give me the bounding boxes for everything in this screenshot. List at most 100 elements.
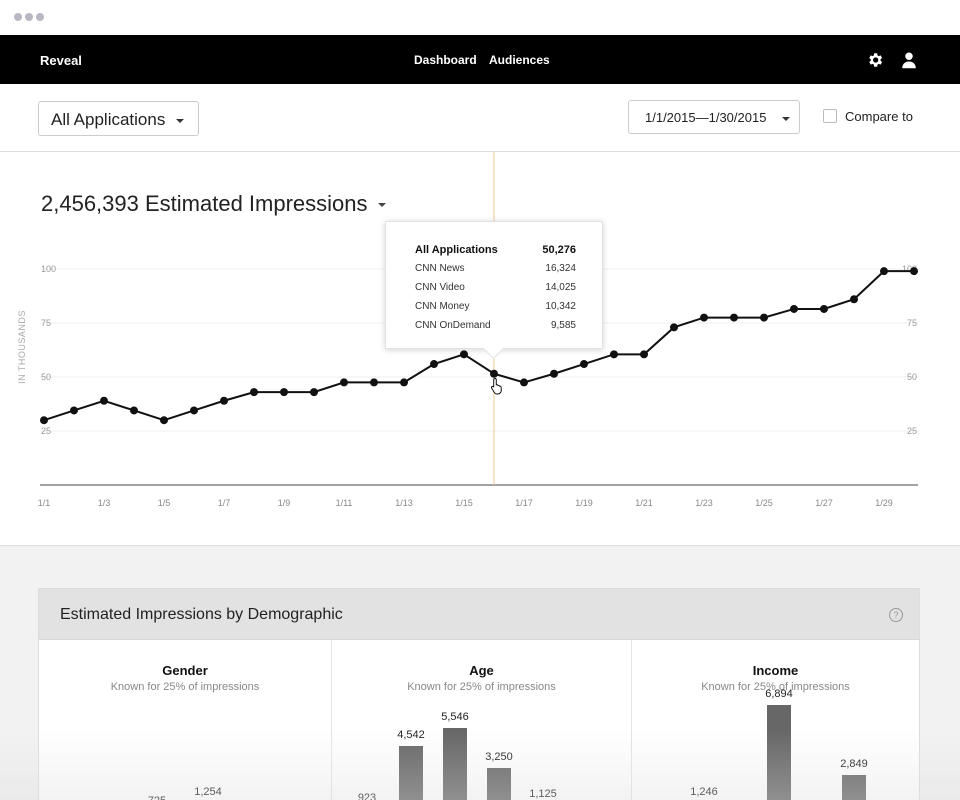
income-column: Income Known for 25% of impressions 1,24… xyxy=(631,640,919,800)
demographic-bar-label: 4,542 xyxy=(397,728,425,741)
tooltip-row: CNN OnDemand 9,585 xyxy=(415,320,576,331)
top-nav: Reveal Dashboard Audiences xyxy=(0,35,960,88)
x-tick-label: 1/19 xyxy=(575,498,593,508)
demographic-bar-label: 5,546 xyxy=(441,711,469,724)
demographic-bar-label: 1,254 xyxy=(194,786,222,799)
column-subtitle: Known for 25% of impressions xyxy=(110,681,260,693)
demographic-bar[interactable] xyxy=(842,775,866,800)
x-tick-label: 1/7 xyxy=(218,498,231,508)
x-tick-label: 1/25 xyxy=(755,498,773,508)
demographics-panel: Estimated Impressions by Demographic ? G… xyxy=(38,588,920,800)
demographic-bar[interactable] xyxy=(399,745,423,800)
x-tick-label: 1/21 xyxy=(635,498,653,508)
date-range-select[interactable]: 1/1/2015—1/30/2015 xyxy=(628,100,800,134)
x-tick-label: 1/1 xyxy=(38,498,51,508)
age-column: Age Known for 25% of impressions 923 4,54… xyxy=(331,640,631,800)
x-tick-label: 1/23 xyxy=(695,498,713,508)
tooltip-row-label: CNN Video xyxy=(415,282,465,293)
x-tick-label: 1/17 xyxy=(515,498,533,508)
data-point xyxy=(220,396,228,405)
demographic-bar-label: 923 xyxy=(357,791,377,800)
x-tick-label: 1/11 xyxy=(336,498,353,508)
application-select[interactable]: All Applications xyxy=(38,101,199,136)
data-point xyxy=(250,388,258,397)
chevron-down-icon xyxy=(176,118,185,123)
tooltip-row-value: 14,025 xyxy=(545,282,576,293)
data-point xyxy=(70,406,78,415)
data-point xyxy=(700,313,708,322)
demographics-section: Estimated Impressions by Demographic ? G… xyxy=(0,545,960,800)
compare-label: Compare to xyxy=(845,109,913,124)
application-select-value: All Applications xyxy=(51,110,166,129)
tooltip-row-value: 9,585 xyxy=(550,320,576,331)
demographic-bar[interactable] xyxy=(443,728,467,800)
tooltip-header: All Applications 50,276 xyxy=(415,244,576,256)
window-chrome xyxy=(0,0,960,35)
window-dot-icon xyxy=(25,13,33,21)
gear-icon[interactable] xyxy=(866,51,884,69)
column-title: Income xyxy=(752,663,799,678)
y-tick-label-right: 75 xyxy=(907,318,917,328)
y-axis-label: IN THOUSANDS xyxy=(17,310,27,384)
y-tick-label-right: 25 xyxy=(907,426,917,436)
y-tick-label-right: 50 xyxy=(907,372,917,382)
data-point xyxy=(580,360,588,369)
demographic-bar[interactable] xyxy=(767,705,791,800)
data-point xyxy=(520,378,528,387)
tab-dashboard[interactable]: Dashboard xyxy=(412,53,479,88)
data-point xyxy=(100,396,108,405)
tab-audiences[interactable]: Audiences xyxy=(489,53,550,67)
data-point xyxy=(40,416,48,425)
brand-logo[interactable]: Reveal xyxy=(40,53,82,68)
data-point xyxy=(820,304,828,313)
window-dot-icon xyxy=(14,13,22,21)
filter-bar: All Applications 1/1/2015—1/30/2015 Comp… xyxy=(0,84,960,152)
data-point xyxy=(370,378,378,387)
question-icon[interactable]: ? xyxy=(889,608,903,622)
demographic-bar-label: 1,246 xyxy=(690,786,718,799)
panel-header: Estimated Impressions by Demographic ? xyxy=(39,589,919,640)
tooltip-header-value: 50,276 xyxy=(542,244,576,256)
data-point xyxy=(640,350,648,359)
y-tick-label: 50 xyxy=(41,372,51,382)
tooltip-row-value: 16,324 xyxy=(545,263,576,274)
data-point xyxy=(280,388,288,397)
data-point xyxy=(190,406,198,415)
compare-checkbox[interactable] xyxy=(823,109,837,123)
data-point xyxy=(850,295,858,304)
compare-toggle[interactable]: Compare to xyxy=(823,109,913,124)
data-point xyxy=(130,406,138,415)
x-tick-label: 1/5 xyxy=(158,498,171,508)
column-title: Age xyxy=(469,663,494,678)
column-title: Gender xyxy=(162,663,208,678)
demographic-bar-label: 2,849 xyxy=(840,758,868,771)
x-tick-label: 1/3 xyxy=(98,498,111,508)
y-tick-label: 25 xyxy=(41,426,51,436)
tooltip-row: CNN News 16,324 xyxy=(415,263,576,274)
column-subtitle: Known for 25% of impressions xyxy=(407,681,556,693)
x-tick-label: 1/13 xyxy=(395,498,413,508)
window-dot-icon xyxy=(36,13,44,21)
data-point xyxy=(760,313,768,322)
panel-title: Estimated Impressions by Demographic xyxy=(60,606,343,623)
data-point xyxy=(550,369,558,378)
data-point xyxy=(460,350,468,359)
y-tick-label: 75 xyxy=(41,318,51,328)
x-tick-label: 1/29 xyxy=(875,498,893,508)
demographic-bar[interactable] xyxy=(487,768,511,800)
tooltip-header-label: All Applications xyxy=(415,244,498,256)
tooltip-row-label: CNN Money xyxy=(415,301,470,312)
data-point xyxy=(160,416,168,425)
data-point xyxy=(730,313,738,322)
data-point xyxy=(670,323,678,332)
tooltip-row-value: 10,342 xyxy=(545,301,576,312)
tooltip-row: CNN Video 14,025 xyxy=(415,282,576,293)
data-point xyxy=(790,304,798,313)
hand-cursor-icon xyxy=(490,377,502,395)
user-icon[interactable] xyxy=(900,51,918,69)
x-tick-label: 1/15 xyxy=(455,498,473,508)
date-range-value: 1/1/2015—1/30/2015 xyxy=(645,110,767,125)
x-tick-label: 1/9 xyxy=(278,498,291,508)
chart-tooltip: All Applications 50,276 CNN News 16,324 … xyxy=(385,221,603,349)
data-point xyxy=(340,378,348,387)
